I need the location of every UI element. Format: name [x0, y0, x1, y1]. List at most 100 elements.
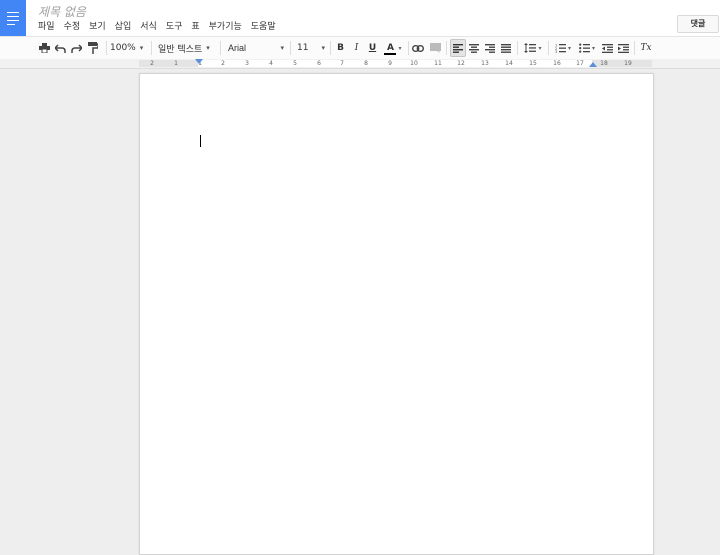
ruler-label: 2 — [221, 60, 225, 67]
menu-table[interactable]: 표 — [191, 20, 199, 34]
paint-format-icon — [88, 42, 98, 54]
numbered-list-button[interactable]: 1 2 3 ▾ — [552, 40, 574, 56]
ruler-label: 15 — [529, 60, 537, 67]
menu-bar: 파일 수정 보기 삽입 서식 도구 표 부가기능 도움말 — [38, 20, 285, 34]
redo-button[interactable] — [69, 40, 83, 56]
ruler-label: 16 — [553, 60, 561, 67]
ruler-label: 13 — [481, 60, 489, 67]
ruler-label: 8 — [364, 60, 368, 67]
link-icon — [412, 44, 424, 52]
italic-button[interactable]: I — [350, 40, 363, 56]
svg-text:3: 3 — [555, 50, 557, 53]
toolbar-separator — [408, 41, 409, 55]
text-color-bar — [384, 53, 397, 55]
ruler-label: 6 — [317, 60, 321, 67]
paragraph-style-select[interactable]: 일반 텍스트 ▾ — [158, 40, 214, 56]
chevron-down-icon: ▾ — [591, 44, 595, 52]
docs-logo-icon — [7, 12, 19, 28]
right-indent-marker[interactable] — [589, 62, 597, 67]
align-right-icon — [485, 43, 495, 53]
toolbar-separator — [290, 41, 291, 55]
ruler-label: 4 — [269, 60, 273, 67]
align-center-icon — [469, 43, 479, 53]
menu-help[interactable]: 도움말 — [251, 20, 276, 34]
text-color-button[interactable]: A ▾ — [382, 40, 404, 56]
toolbar-separator — [330, 41, 331, 55]
align-left-button[interactable] — [450, 39, 466, 57]
menu-addons[interactable]: 부가기능 — [209, 20, 242, 34]
menu-file[interactable]: 파일 — [38, 20, 55, 34]
chevron-down-icon: ▾ — [321, 44, 325, 52]
undo-button[interactable] — [53, 40, 67, 56]
font-size-value: 11 — [297, 43, 309, 53]
font-size-select[interactable]: 11 ▾ — [297, 40, 325, 56]
chevron-down-icon: ▾ — [398, 44, 402, 52]
ruler-label: 9 — [388, 60, 392, 67]
left-indent-marker[interactable] — [195, 59, 203, 64]
menu-format[interactable]: 서식 — [140, 20, 157, 34]
align-right-button[interactable] — [483, 40, 497, 56]
font-select[interactable]: Arial ▾ — [228, 40, 284, 56]
decrease-indent-icon — [601, 43, 613, 53]
ruler-label: 19 — [624, 60, 632, 67]
line-spacing-button[interactable]: ▾ — [521, 40, 545, 56]
menu-edit[interactable]: 수정 — [64, 20, 81, 34]
docs-logo[interactable] — [0, 0, 26, 36]
ruler-label: 17 — [576, 60, 584, 67]
bold-button[interactable]: B — [334, 40, 347, 56]
numbered-list-icon: 1 2 3 — [555, 44, 566, 53]
menu-view[interactable]: 보기 — [89, 20, 106, 34]
toolbar-separator — [517, 41, 518, 55]
zoom-select[interactable]: 100% ▾ — [110, 40, 148, 56]
paint-format-button[interactable] — [86, 40, 100, 56]
horizontal-ruler[interactable]: 2 1 1 2 3 4 5 6 7 8 9 10 11 12 13 14 15 16 17 18 19 — [0, 59, 720, 69]
ruler-label: 12 — [457, 60, 465, 67]
chevron-down-icon: ▾ — [280, 44, 284, 52]
app-header: 제목 없음 파일 수정 보기 삽입 서식 도구 표 부가기능 도움말 댓글 — [0, 0, 720, 36]
line-spacing-icon — [524, 43, 537, 53]
chevron-down-icon: ▾ — [139, 44, 144, 52]
increase-indent-icon — [617, 43, 629, 53]
toolbar-separator — [548, 41, 549, 55]
toolbar-separator — [220, 41, 221, 55]
zoom-value: 100% — [110, 43, 136, 53]
ruler-label: 7 — [340, 60, 344, 67]
chevron-down-icon: ▾ — [567, 44, 571, 52]
align-justify-icon — [501, 43, 511, 53]
print-icon — [38, 43, 50, 53]
comment-icon — [429, 43, 441, 53]
ruler-label: 18 — [600, 60, 608, 67]
redo-icon — [70, 43, 82, 53]
paragraph-style-value: 일반 텍스트 — [158, 44, 203, 55]
toolbar-separator — [151, 41, 152, 55]
insert-link-button[interactable] — [411, 40, 425, 56]
undo-icon — [54, 43, 66, 53]
chevron-down-icon: ▾ — [206, 44, 210, 52]
ruler-label: 10 — [410, 60, 418, 67]
underline-button[interactable]: U — [366, 40, 379, 56]
align-center-button[interactable] — [467, 40, 481, 56]
ruler-left-margin — [139, 60, 198, 67]
clear-formatting-button[interactable]: Tx — [639, 40, 653, 56]
text-color-value: A — [387, 43, 394, 53]
ruler-label: 5 — [293, 60, 297, 67]
menu-tools[interactable]: 도구 — [166, 20, 183, 34]
comments-button[interactable]: 댓글 — [677, 15, 719, 33]
print-button[interactable] — [37, 40, 51, 56]
document-page[interactable] — [139, 73, 654, 555]
align-left-icon — [453, 43, 463, 53]
bulleted-list-button[interactable]: ▾ — [576, 40, 598, 56]
insert-comment-button[interactable] — [428, 40, 442, 56]
ruler-label: 3 — [245, 60, 249, 67]
increase-indent-button[interactable] — [616, 40, 630, 56]
document-title[interactable]: 제목 없음 — [38, 3, 86, 20]
ruler-label: 11 — [434, 60, 442, 67]
toolbar-separator — [634, 41, 635, 55]
bulleted-list-icon — [579, 43, 590, 53]
ruler-label: 1 — [174, 60, 178, 67]
decrease-indent-button[interactable] — [600, 40, 614, 56]
justify-button[interactable] — [499, 40, 513, 56]
menu-insert[interactable]: 삽입 — [115, 20, 132, 34]
chevron-down-icon: ▾ — [538, 44, 542, 52]
ruler-label: 14 — [505, 60, 513, 67]
